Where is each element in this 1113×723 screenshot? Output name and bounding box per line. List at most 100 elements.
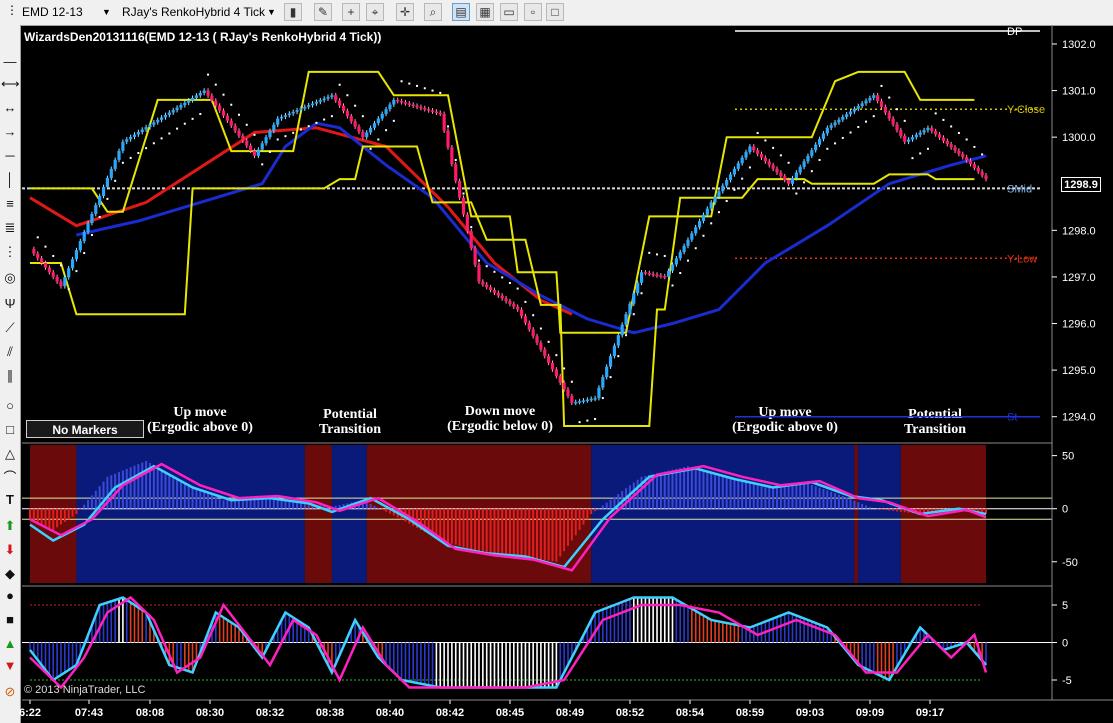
- candle-up: [187, 100, 191, 103]
- candle-up: [198, 93, 202, 96]
- candle-up: [156, 119, 160, 123]
- candle-up: [906, 139, 911, 142]
- candle-down: [539, 342, 543, 350]
- candle-up: [608, 356, 613, 367]
- candle-up: [697, 221, 702, 228]
- stop-dot: [555, 354, 558, 357]
- stop-dot: [423, 87, 426, 90]
- candle-down: [59, 281, 63, 287]
- candle-up: [63, 277, 67, 287]
- candle-down: [237, 130, 241, 136]
- stop-dot: [299, 128, 302, 131]
- candle-down: [214, 100, 218, 106]
- candle-down: [229, 120, 233, 126]
- candle-up: [845, 114, 849, 117]
- y-tick-label: 1294.0: [1062, 412, 1096, 424]
- stop-dot: [601, 397, 604, 400]
- stop-dot: [222, 93, 225, 96]
- stop-dot: [857, 126, 860, 129]
- candle-down: [225, 115, 229, 121]
- stop-dot: [292, 131, 295, 134]
- candle-up: [388, 104, 392, 110]
- x-tick-label: 09:03: [796, 707, 824, 719]
- candle-up: [86, 223, 90, 233]
- stop-dot: [346, 94, 349, 97]
- candle-up: [740, 157, 744, 164]
- candle-down: [353, 121, 357, 127]
- stop-dot: [849, 131, 852, 134]
- candle-down: [562, 382, 566, 390]
- stop-dot: [957, 131, 960, 134]
- annotation-line1: Up move: [173, 405, 226, 420]
- no-markers-button[interactable]: No Markers: [26, 420, 144, 438]
- stop-dot: [230, 103, 233, 106]
- stop-dot: [926, 147, 929, 150]
- candle-down: [643, 272, 648, 274]
- stop-dot: [748, 166, 751, 169]
- annotation-line1: Potential: [908, 407, 962, 422]
- stop-dot: [625, 334, 628, 337]
- candle-up: [713, 196, 717, 203]
- candle-down: [899, 130, 903, 136]
- candle-down: [647, 273, 651, 275]
- candle-up: [314, 101, 319, 104]
- candle-up: [78, 241, 82, 251]
- candle-down: [934, 131, 938, 135]
- x-tick-label: 09:17: [916, 707, 944, 719]
- candle-down: [407, 103, 411, 105]
- stop-dot: [183, 122, 186, 125]
- stop-dot: [36, 236, 39, 239]
- stop-dot: [810, 170, 813, 173]
- candle-down: [206, 90, 210, 96]
- stop-dot: [532, 314, 535, 317]
- y-tick-label: 50: [1062, 451, 1074, 463]
- stop-dot: [439, 91, 442, 94]
- candle-down: [953, 147, 957, 151]
- stop-dot: [772, 146, 775, 149]
- candle-down: [442, 113, 446, 131]
- candle-down: [415, 105, 419, 108]
- candle-down: [543, 349, 547, 357]
- candle-up: [701, 214, 706, 222]
- candle-up: [624, 314, 628, 325]
- candle-up: [744, 152, 748, 158]
- candle-up: [814, 144, 818, 151]
- stop-dot: [59, 264, 62, 267]
- candle-up: [82, 232, 86, 242]
- candle-up: [152, 122, 156, 125]
- regime-band-down: [854, 445, 859, 583]
- candle-down: [403, 102, 408, 104]
- stop-dot: [888, 96, 891, 99]
- x-tick-label: 08:59: [736, 707, 764, 719]
- y-tick-label: 0: [1062, 638, 1068, 650]
- candle-up: [183, 102, 187, 106]
- candle-up: [841, 116, 845, 120]
- candle-down: [55, 276, 59, 282]
- candle-up: [593, 398, 597, 400]
- candle-down: [779, 172, 783, 177]
- stop-dot: [323, 118, 326, 121]
- candle-down: [550, 362, 555, 370]
- candle-down: [984, 175, 988, 180]
- candle-down: [252, 150, 257, 156]
- regime-band-up: [591, 445, 855, 583]
- candle-down: [891, 118, 895, 125]
- stop-dot: [416, 84, 419, 87]
- candle-up: [616, 335, 620, 346]
- candle-up: [674, 258, 678, 265]
- candle-up: [806, 155, 810, 162]
- candle-down: [334, 95, 338, 101]
- stop-dot: [508, 281, 511, 284]
- stop-dot: [307, 125, 310, 128]
- stop-dot: [826, 147, 829, 150]
- candle-up: [667, 270, 671, 277]
- stop-dot: [617, 355, 620, 358]
- candle-up: [682, 245, 686, 253]
- candle-down: [783, 176, 787, 181]
- stop-dot: [764, 139, 767, 142]
- candle-up: [372, 123, 377, 128]
- candle-up: [852, 108, 857, 112]
- regime-band-down: [304, 445, 332, 583]
- chart-canvas[interactable]: Up move(Ergodic above 0)PotentialTransit…: [0, 0, 1113, 723]
- candle-down: [427, 109, 431, 111]
